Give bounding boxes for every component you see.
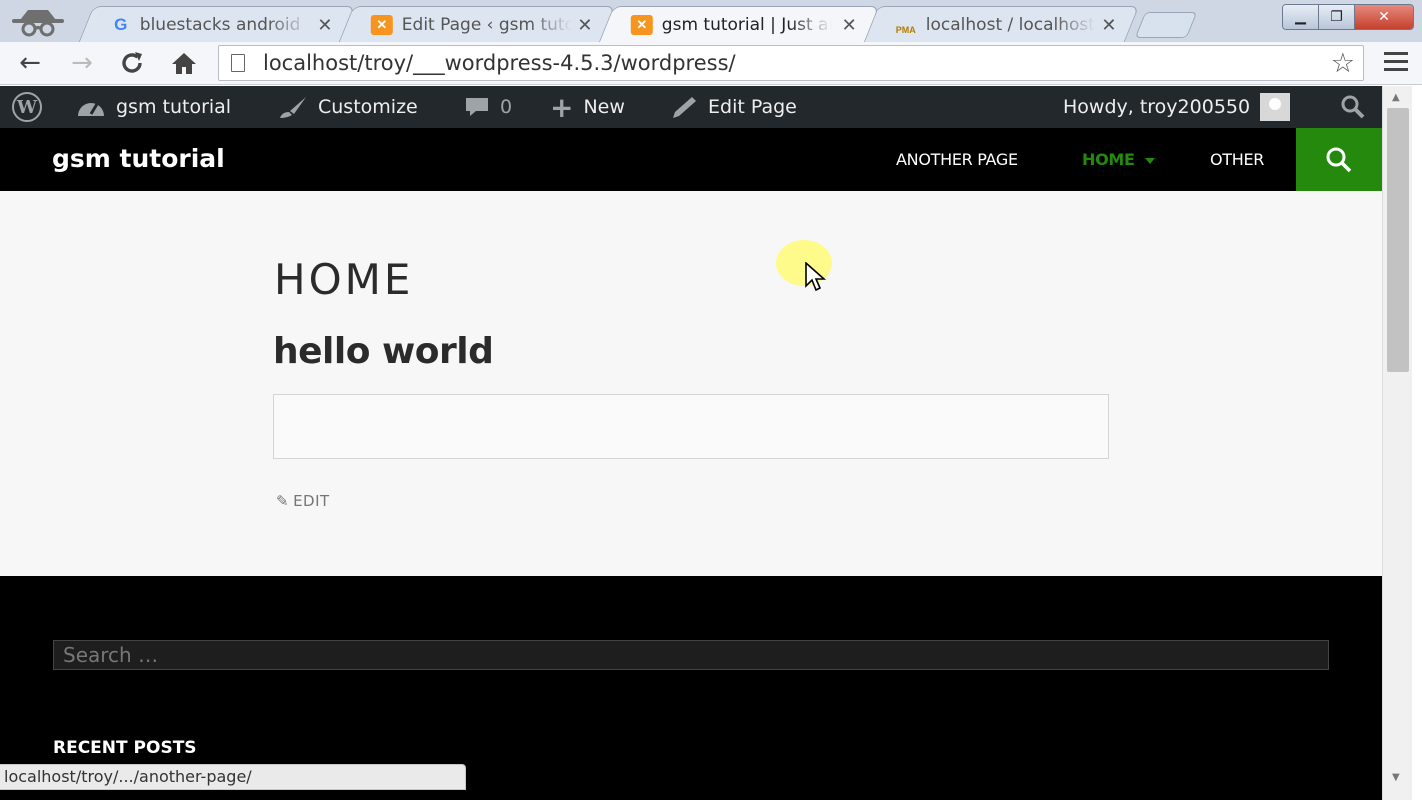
phpmyadmin-icon: PMA	[895, 24, 916, 35]
tab-bluestacks[interactable]: G bluestacks android ✕	[78, 6, 356, 42]
status-bubble: localhost/troy/.../another-page/	[0, 764, 466, 790]
back-arrow-icon[interactable]: ←	[14, 48, 46, 78]
scroll-down-icon[interactable]: ▼	[1392, 772, 1400, 783]
tab-close-icon[interactable]: ✕	[317, 15, 332, 36]
tab-phpmyadmin[interactable]: PMA localhost / localhost ✕	[862, 6, 1140, 42]
browser-toolbar: ← → localhost/troy/___wordpress-4.5.3/wo…	[0, 42, 1422, 85]
tab-label: bluestacks android	[139, 14, 301, 35]
site-title-link[interactable]: gsm tutorial	[52, 144, 225, 173]
minimize-button[interactable]: ▁	[1283, 5, 1319, 29]
forward-arrow-icon[interactable]: →	[66, 48, 98, 78]
my-account-button[interactable]: Howdy, troy200550	[1063, 86, 1291, 128]
menu-icon[interactable]	[1384, 52, 1408, 76]
wp-logo-button[interactable]: W	[12, 86, 42, 128]
xampp-icon: ✕	[370, 14, 393, 35]
content-heading: hello world	[273, 331, 494, 372]
google-icon: G	[114, 14, 128, 34]
maximize-button[interactable]: ❐	[1319, 5, 1355, 29]
tab-close-icon[interactable]: ✕	[577, 15, 592, 36]
site-header: gsm tutorial Another Page Home Other	[0, 128, 1382, 191]
avatar	[1260, 93, 1291, 121]
pencil-icon: ✎	[276, 492, 290, 510]
url-text: localhost/troy/___wordpress-4.5.3/wordpr…	[263, 51, 736, 75]
search-toggle-button[interactable]	[1296, 128, 1382, 191]
xampp-icon: ✕	[630, 15, 653, 35]
wp-admin-bar: W gsm tutorial Customize 0 + New Edit Pa…	[0, 86, 1382, 128]
caret-down-icon	[1144, 157, 1155, 164]
close-window-button[interactable]: ✕	[1355, 5, 1413, 29]
content-block	[273, 394, 1109, 459]
address-bar[interactable]: localhost/troy/___wordpress-4.5.3/wordpr…	[218, 45, 1364, 81]
comment-icon	[466, 98, 488, 116]
reload-icon[interactable]	[116, 48, 148, 78]
nav-item-another-page[interactable]: Another Page	[896, 150, 1018, 169]
window-controls: ▁ ❐ ✕	[1282, 4, 1414, 30]
customize-button[interactable]: Customize	[278, 86, 418, 128]
nav-item-home-label: Home	[1082, 150, 1135, 169]
tab-gsm-tutorial[interactable]: ✕ gsm tutorial | Just another ✕	[598, 6, 880, 42]
pencil-icon	[673, 97, 696, 118]
incognito-icon	[12, 10, 64, 37]
comments-button[interactable]: 0	[464, 86, 512, 128]
scroll-up-icon[interactable]: ▲	[1392, 92, 1400, 103]
tab-label: Edit Page ‹ gsm tutorial	[401, 14, 572, 35]
comments-count: 0	[500, 96, 513, 118]
customize-label: Customize	[318, 96, 418, 118]
search-icon	[1341, 95, 1365, 119]
search-icon	[1326, 147, 1352, 172]
edit-label: EDIT	[293, 492, 330, 510]
tab-close-icon[interactable]: ✕	[1101, 15, 1116, 36]
tab-edit-page[interactable]: ✕ Edit Page ‹ gsm tutorial ✕	[338, 6, 616, 42]
tab-close-icon[interactable]: ✕	[842, 15, 857, 36]
scroll-thumb[interactable]	[1387, 108, 1409, 372]
browser-window: G bluestacks android ✕ ✕ Edit Page ‹ gsm…	[0, 0, 1422, 800]
page-content: HOME hello world ✎ EDIT	[0, 191, 1382, 576]
plus-icon: +	[550, 90, 574, 124]
dashboard-icon	[78, 103, 104, 116]
tab-strip: G bluestacks android ✕ ✕ Edit Page ‹ gsm…	[0, 0, 1422, 42]
widget-title: RECENT POSTS	[53, 738, 197, 758]
home-icon[interactable]	[168, 48, 200, 78]
mouse-cursor-icon	[805, 262, 827, 292]
nav-item-other[interactable]: Other	[1210, 150, 1264, 169]
admin-search-button[interactable]	[1340, 86, 1366, 128]
footer-search-input[interactable]: Search …	[53, 640, 1329, 670]
bookmark-star-icon[interactable]: ☆	[1331, 48, 1355, 79]
nav-item-home[interactable]: Home	[1082, 150, 1155, 169]
tab-label: gsm tutorial | Just another	[661, 15, 832, 35]
site-name-button[interactable]: gsm tutorial	[76, 86, 231, 128]
new-tab-button[interactable]	[1134, 12, 1198, 38]
wordpress-icon: W	[12, 92, 42, 122]
new-label: New	[583, 96, 625, 118]
vertical-scrollbar[interactable]: ▲ ▼	[1382, 86, 1412, 800]
page-title: HOME	[274, 255, 414, 304]
edit-page-label: Edit Page	[708, 96, 797, 118]
page-icon	[231, 54, 245, 72]
tab-label: localhost / localhost	[925, 14, 1095, 35]
brush-icon	[280, 97, 306, 118]
new-content-button[interactable]: + New	[550, 86, 625, 128]
edit-link[interactable]: ✎ EDIT	[276, 492, 330, 510]
howdy-label: Howdy, troy200550	[1063, 96, 1251, 118]
site-name-label: gsm tutorial	[116, 96, 232, 118]
edit-page-button[interactable]: Edit Page	[670, 86, 797, 128]
